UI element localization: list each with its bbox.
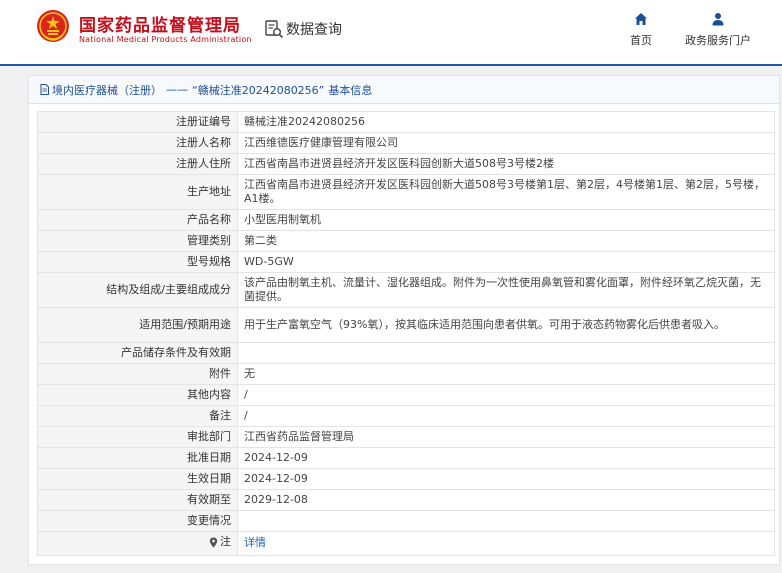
row-value: 江西省南昌市进贤县经济开发区医科园创新大道508号3号楼2楼 (237, 153, 775, 175)
table-row: 生效日期 2024-12-09 (37, 468, 775, 490)
row-label: 注 (37, 531, 238, 556)
table-row: 型号规格 WD-5GW (37, 251, 775, 273)
row-label: 型号规格 (37, 251, 238, 273)
row-value: 用于生产富氧空气（93%氧），按其临床适用范围向患者供氧。可用于液态药物雾化后供… (237, 307, 775, 343)
nav-home-label: 首页 (630, 34, 652, 47)
row-label: 生产地址 (37, 174, 238, 210)
header-divider (0, 64, 782, 66)
row-value: 2024-12-09 (237, 447, 775, 469)
panel-title: 境内医疗器械（注册） —— “赣械注准20242080256” 基本信息 (29, 76, 779, 104)
table-row: 附件 无 (37, 363, 775, 385)
row-value (237, 510, 775, 532)
row-label: 备注 (37, 405, 238, 427)
row-label: 适用范围/预期用途 (37, 307, 238, 343)
row-value: 2029-12-08 (237, 489, 775, 511)
row-label: 批准日期 (37, 447, 238, 469)
table-row: 备注 / (37, 405, 775, 427)
row-label: 审批部门 (37, 426, 238, 448)
table-row: 适用范围/预期用途 用于生产富氧空气（93%氧），按其临床适用范围向患者供氧。可… (37, 307, 775, 343)
table-row: 产品储存条件及有效期 (37, 342, 775, 364)
table-row-note: 注 详情 (37, 531, 775, 556)
row-value: / (237, 384, 775, 406)
site-header: 国家药品监督管理局 National Medical Products Admi… (0, 0, 782, 64)
panel-title-suffix: 基本信息 (328, 83, 373, 97)
row-label: 注册人名称 (37, 132, 238, 154)
table-row: 审批部门 江西省药品监督管理局 (37, 426, 775, 448)
row-label: 注册证编号 (37, 111, 238, 133)
table-row: 注册证编号 赣械注准20242080256 (37, 111, 775, 133)
row-value: 该产品由制氧主机、流量计、湿化器组成。附件为一次性使用鼻氧管和雾化面罩，附件经环… (237, 272, 775, 308)
nav-service-portal[interactable]: 政务服务门户 (678, 12, 758, 48)
table-row: 结构及组成/主要组成成分 该产品由制氧主机、流量计、湿化器组成。附件为一次性使用… (37, 272, 775, 308)
panel-title-record: “赣械注准20242080256” (192, 83, 325, 97)
table-row: 注册人名称 江西维德医疗健康管理有限公司 (37, 132, 775, 154)
national-emblem-logo (37, 10, 69, 42)
table-row: 批准日期 2024-12-09 (37, 447, 775, 469)
document-icon (40, 84, 49, 95)
row-label: 附件 (37, 363, 238, 385)
table-row: 生产地址 江西省南昌市进贤县经济开发区医科园创新大道508号3号楼第1层、第2层… (37, 174, 775, 210)
panel-title-category: 境内医疗器械（注册） (52, 83, 162, 97)
detail-link[interactable]: 详情 (244, 536, 266, 549)
home-icon (635, 13, 647, 25)
map-pin-icon (209, 537, 218, 547)
row-value: 江西省药品监督管理局 (237, 426, 775, 448)
detail-panel: 境内医疗器械（注册） —— “赣械注准20242080256” 基本信息 注册证… (28, 75, 780, 565)
row-value: WD-5GW (237, 251, 775, 273)
row-value: 小型医用制氧机 (237, 209, 775, 231)
row-value: 江西维德医疗健康管理有限公司 (237, 132, 775, 154)
org-name-en: National Medical Products Administration (79, 35, 252, 44)
user-icon (712, 13, 724, 26)
row-label: 结构及组成/主要组成成分 (37, 272, 238, 308)
table-row: 产品名称 小型医用制氧机 (37, 209, 775, 231)
row-value: 第二类 (237, 230, 775, 252)
row-label: 变更情况 (37, 510, 238, 532)
row-label: 其他内容 (37, 384, 238, 406)
row-label: 注册人住所 (37, 153, 238, 175)
note-label: 注 (220, 535, 231, 548)
row-label: 有效期至 (37, 489, 238, 511)
row-value: 2024-12-09 (237, 468, 775, 490)
table-row: 变更情况 (37, 510, 775, 532)
row-value: 无 (237, 363, 775, 385)
row-label: 管理类别 (37, 230, 238, 252)
nav-home[interactable]: 首页 (626, 12, 656, 48)
registration-info-table: 注册证编号 赣械注准20242080256 注册人名称 江西维德医疗健康管理有限… (37, 111, 775, 556)
row-value (237, 342, 775, 364)
row-label: 产品储存条件及有效期 (37, 342, 238, 364)
data-query-label: 数据查询 (286, 22, 342, 38)
table-row: 有效期至 2029-12-08 (37, 489, 775, 511)
row-label: 生效日期 (37, 468, 238, 490)
data-search-icon (265, 20, 284, 39)
table-row: 注册人住所 江西省南昌市进贤县经济开发区医科园创新大道508号3号楼2楼 (37, 153, 775, 175)
row-value: / (237, 405, 775, 427)
data-query-tab[interactable]: 数据查询 (264, 18, 342, 40)
org-name: 国家药品监督管理局 (79, 16, 241, 36)
table-row: 管理类别 第二类 (37, 230, 775, 252)
row-label: 产品名称 (37, 209, 238, 231)
row-value: 江西省南昌市进贤县经济开发区医科园创新大道508号3号楼第1层、第2层，4号楼第… (237, 174, 775, 210)
table-row: 其他内容 / (37, 384, 775, 406)
row-value: 赣械注准20242080256 (237, 111, 775, 133)
nav-service-portal-label: 政务服务门户 (685, 34, 751, 47)
row-value: 详情 (237, 531, 775, 556)
panel-title-separator: —— (166, 83, 188, 96)
